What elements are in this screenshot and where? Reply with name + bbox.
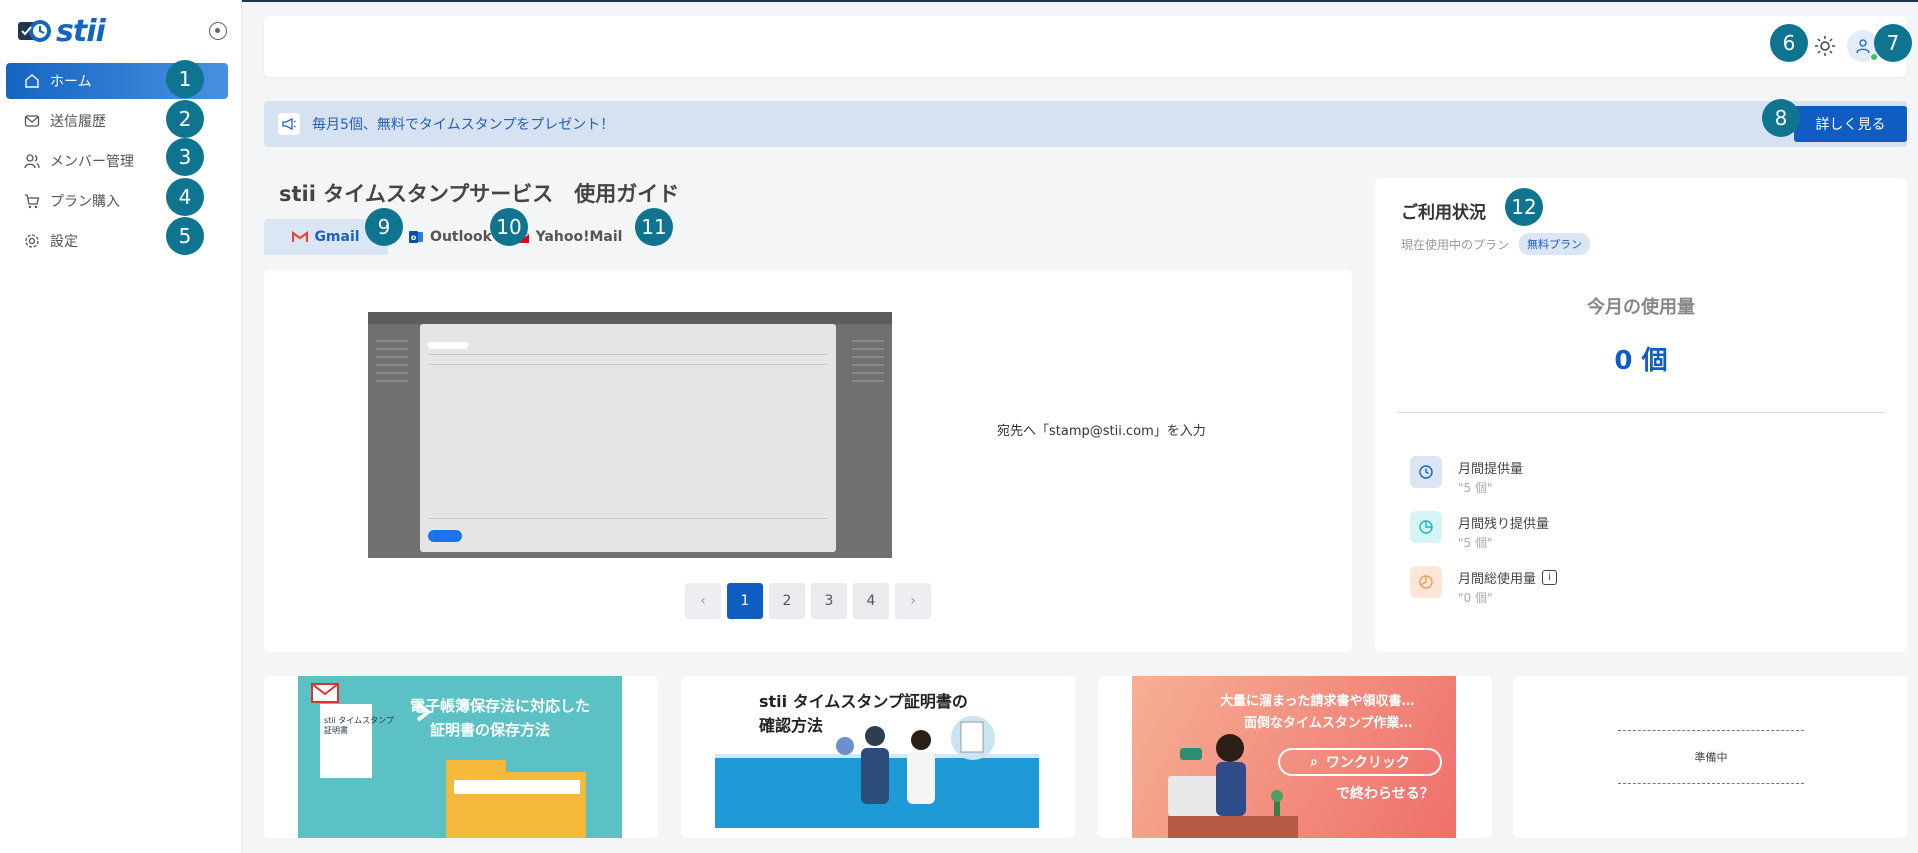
sidebar: stii ホーム 送信履歴 メンバー管理 プラン購入 設定 bbox=[0, 0, 242, 853]
guide-title: stii タイムスタンプサービス 使用ガイド bbox=[279, 182, 680, 206]
pie-icon bbox=[1410, 511, 1442, 543]
stat-label: 月間提供量 bbox=[1458, 462, 1524, 477]
top-header bbox=[264, 16, 1907, 77]
tab-label: Yahoo!Mail bbox=[535, 229, 623, 245]
see-details-button[interactable]: 詳しく見る bbox=[1794, 106, 1907, 142]
article-title-line: 証明書の保存方法 bbox=[430, 721, 551, 739]
stat-value: "5 個" bbox=[1458, 536, 1493, 550]
stat-value: "0 個" bbox=[1458, 591, 1493, 605]
article-doc-line: 証明書 bbox=[324, 726, 348, 735]
guide-step-caption: 宛先へ「stamp@stii.com」を入力 bbox=[997, 424, 1206, 439]
gmail-compose-screenshot bbox=[368, 312, 892, 558]
article-search-pill: ⌕ ワンクリック bbox=[1278, 748, 1442, 776]
tab-outlook[interactable]: o Outlook bbox=[406, 219, 494, 255]
article-title-line: 電子帳簿保存法に対応した bbox=[410, 697, 591, 715]
article-doc-title: stii タイムスタンプ 証明書 bbox=[324, 716, 394, 736]
article-title-line: stii タイムスタンプ証明書の bbox=[759, 692, 968, 711]
article-title-line: 面倒なタイムスタンプ作業… bbox=[1244, 716, 1413, 731]
banner-text: 毎月5個、無料でタイムスタンプをプレゼント！ bbox=[312, 117, 615, 133]
outlook-icon: o bbox=[409, 231, 424, 243]
sidebar-item-label: 設定 bbox=[50, 234, 78, 250]
pagination: ‹ 1 2 3 4 › bbox=[685, 583, 931, 619]
divider bbox=[1397, 412, 1885, 413]
logo[interactable]: stii bbox=[16, 13, 106, 49]
home-icon bbox=[24, 73, 40, 89]
sidebar-toggle-icon[interactable] bbox=[209, 22, 227, 40]
guide-tabs: Gmail o Outlook Yahoo!Mail bbox=[264, 219, 628, 255]
stat-monthly-remaining: 月間残り提供量 "5 個" bbox=[1410, 511, 1549, 551]
stat-label: 月間総使用量 bbox=[1458, 572, 1537, 587]
article-card[interactable]: stii タイムスタンプ証明書の 確認方法 bbox=[681, 676, 1075, 838]
stat-monthly-provided: 月間提供量 "5 個" bbox=[1410, 456, 1523, 496]
user-icon bbox=[1856, 39, 1870, 54]
megaphone-icon bbox=[278, 113, 300, 135]
stat-value: "5 個" bbox=[1458, 481, 1493, 495]
step-marker: 9 bbox=[365, 208, 403, 246]
article-thumbnail: 大量に溜まった請求書や領収書… 面倒なタイムスタンプ作業… ⌕ ワンクリック で… bbox=[1132, 676, 1456, 838]
sidebar-item-label: ホーム bbox=[50, 74, 92, 90]
step-marker: 12 bbox=[1505, 188, 1543, 226]
cart-icon bbox=[24, 193, 40, 209]
sun-icon[interactable] bbox=[1813, 34, 1837, 58]
month-usage-label: 今月の使用量 bbox=[1587, 297, 1695, 318]
sidebar-item-label: メンバー管理 bbox=[50, 154, 134, 170]
users-icon bbox=[24, 153, 40, 169]
window-top-line bbox=[0, 0, 1918, 2]
info-icon[interactable]: i bbox=[1542, 570, 1558, 585]
step-marker: 11 bbox=[635, 208, 673, 246]
guide-card: 宛先へ「stamp@stii.com」を入力 ‹ 1 2 3 4 › bbox=[264, 270, 1352, 652]
tab-label: Outlook bbox=[430, 229, 492, 245]
article-card-placeholder: 準備中 bbox=[1513, 676, 1907, 838]
stat-monthly-used: 月間総使用量 i "0 個" bbox=[1410, 566, 1558, 606]
step-marker: 7 bbox=[1874, 24, 1912, 62]
sidebar-item-label: 送信履歴 bbox=[50, 114, 106, 130]
tab-label: Gmail bbox=[314, 229, 360, 245]
step-marker: 2 bbox=[166, 100, 204, 138]
page-button-3[interactable]: 3 bbox=[811, 583, 847, 619]
usage-title: ご利用状況 bbox=[1401, 203, 1486, 223]
article-thumbnail: 電子帳簿保存法に対応した 証明書の保存方法 stii タイムスタンプ 証明書 bbox=[298, 676, 622, 838]
article-card[interactable]: 電子帳簿保存法に対応した 証明書の保存方法 stii タイムスタンプ 証明書 bbox=[264, 676, 658, 838]
article-thumbnail: stii タイムスタンプ証明書の 確認方法 bbox=[715, 676, 1039, 838]
page-button-2[interactable]: 2 bbox=[769, 583, 805, 619]
clock-icon bbox=[1410, 456, 1442, 488]
month-usage-value: 0 個 bbox=[1614, 346, 1668, 376]
search-icon: ⌕ bbox=[1310, 754, 1318, 770]
logo-text: stii bbox=[56, 13, 106, 49]
plan-row: 現在使用中のプラン 無料プラン bbox=[1401, 233, 1591, 255]
plan-label: 現在使用中のプラン bbox=[1401, 237, 1510, 252]
step-marker: 6 bbox=[1770, 24, 1808, 62]
promo-banner: 毎月5個、無料でタイムスタンプをプレゼント！ 詳しく見る bbox=[264, 101, 1907, 147]
step-marker: 1 bbox=[166, 60, 204, 98]
stat-label: 月間残り提供量 bbox=[1458, 517, 1550, 532]
step-marker: 5 bbox=[166, 217, 204, 255]
article-card[interactable]: 大量に溜まった請求書や領収書… 面倒なタイムスタンプ作業… ⌕ ワンクリック で… bbox=[1098, 676, 1492, 838]
step-marker: 10 bbox=[490, 208, 528, 246]
plan-badge: 無料プラン bbox=[1519, 233, 1591, 255]
article-title-line: 大量に溜まった請求書や領収書… bbox=[1220, 694, 1415, 709]
step-marker: 3 bbox=[166, 138, 204, 176]
usage-card: ご利用状況 現在使用中のプラン 無料プラン 今月の使用量 0 個 月間提供量 "… bbox=[1375, 178, 1907, 652]
prev-page-button[interactable]: ‹ bbox=[685, 583, 721, 619]
article-title-line: 確認方法 bbox=[759, 716, 824, 735]
pie-chart-icon bbox=[1410, 566, 1442, 598]
next-page-button[interactable]: › bbox=[895, 583, 931, 619]
gmail-icon bbox=[292, 231, 309, 242]
article-doc-line: stii タイムスタンプ bbox=[324, 716, 394, 725]
sidebar-item-label: プラン購入 bbox=[50, 194, 120, 210]
mail-icon bbox=[24, 113, 40, 129]
step-marker: 8 bbox=[1762, 99, 1800, 137]
gear-icon bbox=[24, 233, 40, 249]
svg-text:o: o bbox=[411, 233, 417, 242]
stat-label-row: 月間総使用量 i bbox=[1458, 568, 1558, 587]
page-button-1[interactable]: 1 bbox=[727, 583, 763, 619]
article-search-label: ワンクリック bbox=[1325, 755, 1410, 771]
article-title-line: で終わらせる？ bbox=[1336, 786, 1434, 802]
page-button-4[interactable]: 4 bbox=[853, 583, 889, 619]
step-marker: 4 bbox=[166, 178, 204, 216]
logo-mark-icon bbox=[16, 16, 52, 46]
coming-soon-label: 準備中 bbox=[1618, 730, 1804, 784]
